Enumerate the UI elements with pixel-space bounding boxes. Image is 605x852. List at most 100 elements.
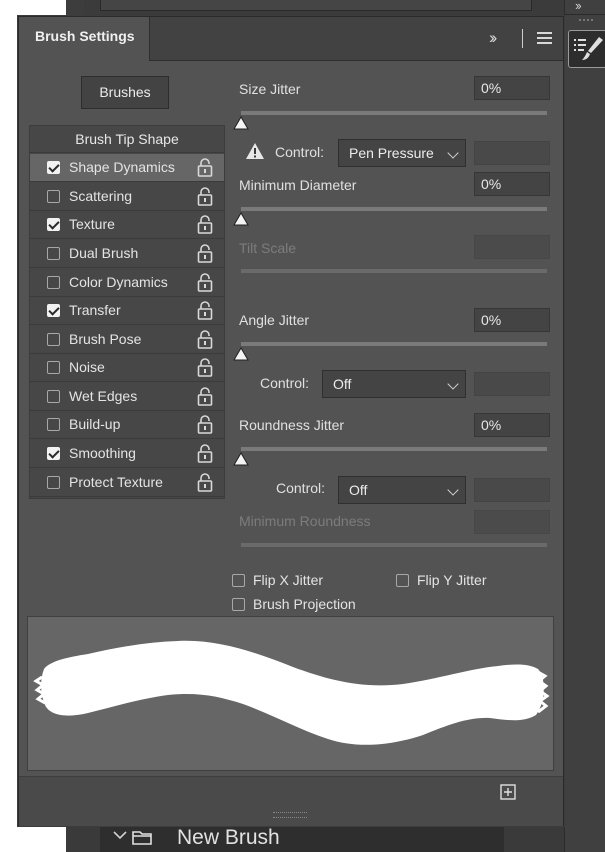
sidebar-item-checkbox[interactable] [47, 276, 60, 289]
roundness-control-value: Off [349, 482, 368, 498]
sidebar-item-checkbox[interactable] [47, 247, 60, 260]
unlock-icon[interactable] [197, 215, 213, 234]
unlock-icon[interactable] [197, 473, 213, 492]
roundness-control-label: Control: [276, 480, 326, 496]
unlock-icon[interactable] [197, 330, 213, 349]
size-control-label: Control: [275, 144, 325, 160]
minimum-roundness-label: Minimum Roundness [239, 513, 371, 529]
sidebar-item-checkbox[interactable] [47, 333, 60, 346]
size-jitter-label: Size Jitter [239, 81, 301, 97]
sidebar-item-checkbox[interactable] [47, 361, 60, 374]
roundness-jitter-slider[interactable] [241, 447, 547, 451]
chevron-down-icon [447, 147, 459, 159]
panel-tab-bar: Brush Settings ›› [19, 17, 563, 61]
brush-options-list: Brush Tip Shape Shape Dynamics Scattering… [29, 125, 225, 499]
minimum-diameter-slider[interactable] [241, 207, 547, 211]
panel-resize-grip[interactable] [273, 812, 307, 818]
roundness-control-select[interactable]: Off [338, 476, 466, 504]
sidebar-item[interactable]: Texture [30, 211, 224, 239]
sidebar-item[interactable]: Protect Texture [30, 469, 224, 497]
brush-stroke-preview [27, 616, 554, 771]
sidebar-item[interactable]: Transfer [30, 297, 224, 325]
flip-x-jitter-checkbox[interactable] [232, 574, 245, 587]
sidebar-item[interactable]: Wet Edges [30, 383, 224, 411]
angle-control-value: Off [333, 376, 352, 392]
unlock-icon[interactable] [197, 158, 213, 177]
angle-control-select[interactable]: Off [322, 370, 466, 398]
size-jitter-slider-thumb[interactable] [233, 116, 249, 130]
unlock-icon[interactable] [197, 187, 213, 206]
tilt-scale-slider [241, 269, 547, 273]
angle-control-label: Control: [260, 375, 310, 391]
sidebar-item-checkbox[interactable] [47, 218, 60, 231]
sidebar-item-label: Shape Dynamics [69, 159, 175, 175]
sidebar-item-checkbox[interactable] [47, 190, 60, 203]
sidebar-item-checkbox[interactable] [47, 476, 60, 489]
brush-projection-label[interactable]: Brush Projection [253, 596, 356, 612]
brush-tip-shape-item[interactable]: Brush Tip Shape [30, 126, 224, 153]
sidebar-item-label: Wet Edges [69, 388, 138, 404]
layers-panel-strip: New Brush [66, 822, 564, 852]
roundness-jitter-input[interactable]: 0% [474, 413, 550, 437]
brush-settings-panel: Brush Settings ›› Brushes Brush Tip Shap… [18, 16, 564, 826]
sidebar-item[interactable]: Shape Dynamics [30, 154, 224, 182]
tilt-scale-label: Tilt Scale [239, 240, 297, 256]
sidebar-item[interactable]: Noise [30, 354, 224, 382]
sidebar-item[interactable]: Color Dynamics [30, 269, 224, 297]
unlock-icon[interactable] [197, 301, 213, 320]
sidebar-item[interactable]: Smoothing [30, 440, 224, 468]
tilt-scale-input [474, 235, 550, 259]
minimum-roundness-input [474, 510, 550, 534]
size-control-value: Pen Pressure [349, 145, 434, 161]
hamburger-menu-icon[interactable] [537, 32, 552, 45]
dock-grip[interactable] [579, 19, 593, 23]
sidebar-item[interactable]: Build-up [30, 411, 224, 439]
sidebar-item[interactable]: Dual Brush [30, 240, 224, 268]
unlock-icon[interactable] [197, 244, 213, 263]
unlock-icon[interactable] [197, 444, 213, 463]
angle-jitter-slider[interactable] [241, 342, 547, 346]
sidebar-item-checkbox[interactable] [47, 304, 60, 317]
brushes-button[interactable]: Brushes [81, 76, 169, 109]
chevron-down-icon [447, 484, 459, 496]
double-chevron-right-icon[interactable]: ›› [489, 28, 498, 48]
add-square-icon[interactable] [500, 784, 516, 800]
angle-control-fade-input [474, 372, 550, 396]
tab-brush-settings[interactable]: Brush Settings [19, 17, 150, 61]
sidebar-item-checkbox[interactable] [47, 418, 60, 431]
minimum-diameter-input[interactable]: 0% [474, 172, 550, 196]
sidebar-item[interactable]: Brush Pose [30, 326, 224, 354]
roundness-jitter-slider-thumb[interactable] [233, 452, 249, 466]
unlock-icon[interactable] [197, 273, 213, 292]
flip-y-jitter-checkbox[interactable] [396, 574, 409, 587]
size-jitter-input[interactable]: 0% [474, 76, 550, 100]
collapse-dock-icon[interactable]: ›› [575, 0, 582, 13]
size-control-select[interactable]: Pen Pressure [338, 139, 466, 167]
sidebar-item[interactable]: Scattering [30, 183, 224, 211]
flip-y-jitter-label[interactable]: Flip Y Jitter [417, 572, 487, 588]
unlock-icon[interactable] [197, 387, 213, 406]
sidebar-item-checkbox[interactable] [47, 447, 60, 460]
unlock-icon[interactable] [197, 358, 213, 377]
new-brush-group-label[interactable]: New Brush [177, 826, 280, 850]
right-panel-dock: ›› [564, 0, 605, 852]
sidebar-item-label: Protect Texture [69, 474, 163, 490]
sidebar-item-label: Scattering [69, 188, 133, 204]
brush-settings-dock-button[interactable] [568, 30, 605, 68]
roundness-jitter-label: Roundness Jitter [239, 417, 345, 433]
minimum-diameter-label: Minimum Diameter [239, 177, 357, 193]
sidebar-item-checkbox[interactable] [47, 390, 60, 403]
sidebar-item-label: Build-up [69, 416, 121, 432]
sidebar-item-label: Transfer [69, 302, 121, 318]
minimum-diameter-slider-thumb[interactable] [233, 212, 249, 226]
brush-projection-checkbox[interactable] [232, 598, 245, 611]
unlock-icon[interactable] [197, 415, 213, 434]
warning-icon [246, 143, 264, 159]
angle-jitter-input[interactable]: 0% [474, 308, 550, 332]
size-jitter-slider[interactable] [241, 111, 547, 115]
flip-x-jitter-label[interactable]: Flip X Jitter [253, 572, 323, 588]
angle-jitter-slider-thumb[interactable] [233, 347, 249, 361]
sidebar-item-label: Dual Brush [69, 245, 139, 261]
chevron-down-icon[interactable] [112, 827, 128, 843]
sidebar-item-checkbox[interactable] [47, 161, 60, 174]
